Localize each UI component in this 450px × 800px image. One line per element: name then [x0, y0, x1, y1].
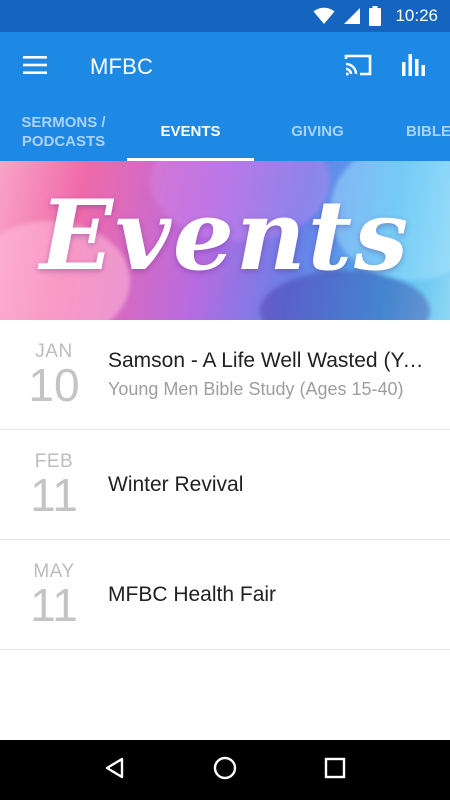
- event-info: MFBC Health Fair: [108, 583, 450, 607]
- event-title: Samson - A Life Well Wasted (Young Men B…: [108, 349, 430, 372]
- back-icon: [103, 756, 127, 785]
- tab-sermons-podcasts[interactable]: SERMONS / PODCASTS: [0, 102, 127, 161]
- event-item[interactable]: MAY 11 MFBC Health Fair: [0, 540, 450, 650]
- event-title: MFBC Health Fair: [108, 582, 277, 606]
- system-nav-bar: [0, 740, 450, 800]
- event-info: Samson - A Life Well Wasted (Young Men B…: [108, 349, 450, 400]
- battery-icon: [369, 6, 382, 26]
- recents-button[interactable]: [305, 740, 365, 800]
- recents-icon: [324, 757, 346, 784]
- event-date: MAY 11: [0, 561, 108, 631]
- event-info: Winter Revival: [108, 473, 450, 497]
- bar-chart-icon: [401, 53, 427, 82]
- menu-button[interactable]: [0, 32, 70, 102]
- cast-button[interactable]: [330, 32, 386, 102]
- stats-button[interactable]: [386, 32, 442, 102]
- event-day: 11: [30, 468, 78, 521]
- event-title: Winter Revival: [108, 472, 244, 496]
- wifi-icon: [313, 7, 335, 25]
- app-title: MFBC: [90, 54, 154, 79]
- event-item[interactable]: FEB 11 Winter Revival: [0, 430, 450, 540]
- events-banner: Events: [0, 161, 450, 320]
- menu-icon: [22, 55, 48, 80]
- event-day: 10: [28, 358, 80, 411]
- events-list: JAN 10 Samson - A Life Well Wasted (Youn…: [0, 320, 450, 650]
- cast-icon: [343, 53, 373, 82]
- tab-events[interactable]: EVENTS: [127, 102, 254, 161]
- banner-title: Events: [39, 179, 411, 292]
- back-button[interactable]: [85, 740, 145, 800]
- event-day: 11: [30, 578, 78, 631]
- event-date: JAN 10: [0, 341, 108, 411]
- home-button[interactable]: [195, 740, 255, 800]
- status-time: 10:26: [395, 6, 438, 25]
- tab-bar: SERMONS / PODCASTS EVENTS GIVING BIBLE: [0, 102, 450, 161]
- event-subtitle: Young Men Bible Study (Ages 15-40): [108, 379, 404, 399]
- signal-icon: [343, 7, 361, 25]
- home-icon: [212, 755, 238, 786]
- event-item[interactable]: JAN 10 Samson - A Life Well Wasted (Youn…: [0, 320, 450, 430]
- event-date: FEB 11: [0, 451, 108, 521]
- app-bar: MFBC: [0, 32, 450, 102]
- tab-giving[interactable]: GIVING: [254, 102, 381, 161]
- tab-bible[interactable]: BIBLE: [406, 102, 450, 161]
- status-bar: 10:26: [0, 0, 450, 32]
